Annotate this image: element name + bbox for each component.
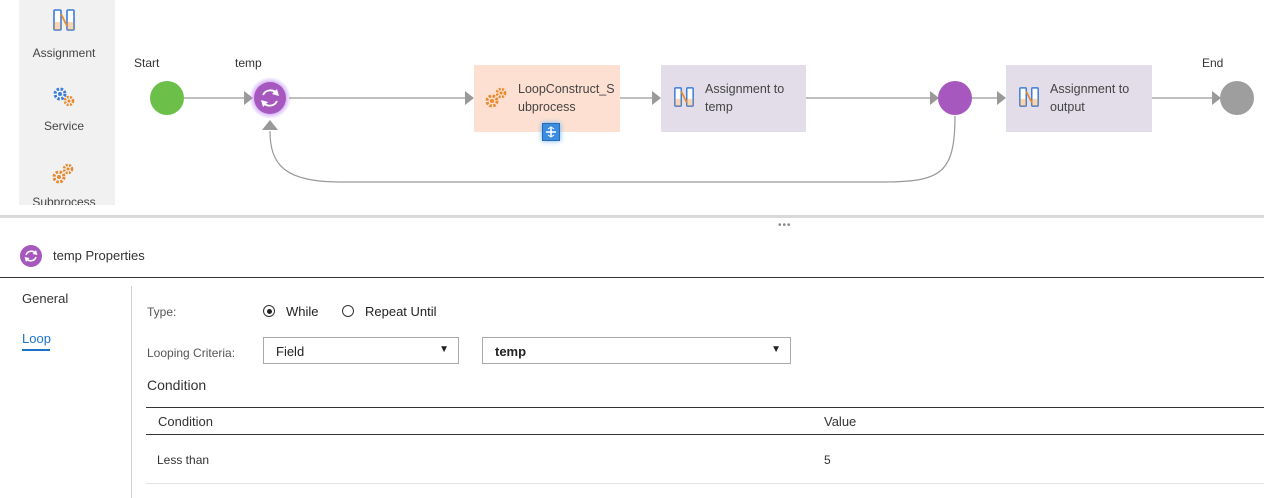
end-label: End [1202, 56, 1224, 70]
subprocess-step-label: LoopConstruct_S ubprocess [518, 82, 615, 114]
temp-node-label: temp [235, 56, 262, 70]
subprocess-step[interactable]: LoopConstruct_S ubprocess [474, 65, 620, 132]
table-row-border [146, 483, 1264, 484]
table-top-border [146, 407, 1264, 408]
chevron-down-icon: ▼ [439, 344, 449, 355]
table-row[interactable]: Less than 5 [146, 435, 1264, 483]
assignment-to-temp-label: Assignment to temp [705, 82, 785, 114]
criteria-field-value: temp [495, 344, 527, 359]
chevron-down-icon: ▼ [771, 344, 781, 355]
start-node[interactable] [150, 81, 184, 115]
nav-separator [131, 286, 132, 498]
criteria-field-select[interactable]: temp ▼ [482, 337, 791, 364]
splitter-grip-icon[interactable]: ••• [778, 220, 792, 231]
radio-while[interactable] [263, 305, 275, 317]
tab-loop[interactable]: Loop [22, 331, 51, 346]
column-header-value: Value [824, 414, 857, 429]
criteria-type-value: Field [276, 344, 305, 359]
assignment-to-output-label: Assignment to output [1050, 82, 1130, 114]
assignment-icon [1019, 87, 1039, 107]
radio-repeat-until-label: Repeat Until [365, 304, 437, 319]
radio-while-label: While [286, 304, 319, 319]
loop-step-icon [20, 245, 42, 267]
end-node[interactable] [1220, 81, 1254, 115]
assignment-icon [674, 87, 694, 107]
assignment-to-temp-step[interactable]: Assignment to temp [661, 65, 806, 132]
condition-section-title: Condition [147, 377, 207, 393]
panel-splitter[interactable] [0, 215, 1264, 218]
loop-node-temp[interactable] [254, 82, 286, 114]
tab-loop-indicator [22, 349, 50, 351]
looping-criteria-label: Looping Criteria: [147, 346, 236, 360]
tab-general[interactable]: General [22, 291, 68, 306]
assignment-to-output-step[interactable]: Assignment to output [1006, 65, 1152, 132]
subprocess-gears-icon [485, 87, 507, 108]
properties-divider [0, 277, 1264, 278]
type-label: Type: [147, 305, 177, 319]
cell-condition: Less than [157, 453, 210, 467]
radio-repeat-until[interactable] [342, 305, 354, 317]
properties-title: temp Properties [53, 248, 145, 263]
cell-value: 5 [824, 453, 831, 467]
loop-merge-node[interactable] [938, 81, 972, 115]
start-label: Start [134, 56, 160, 70]
criteria-type-select[interactable]: Field ▼ [263, 337, 459, 364]
expand-subprocess-icon[interactable] [542, 123, 560, 141]
column-header-condition: Condition [158, 414, 213, 429]
